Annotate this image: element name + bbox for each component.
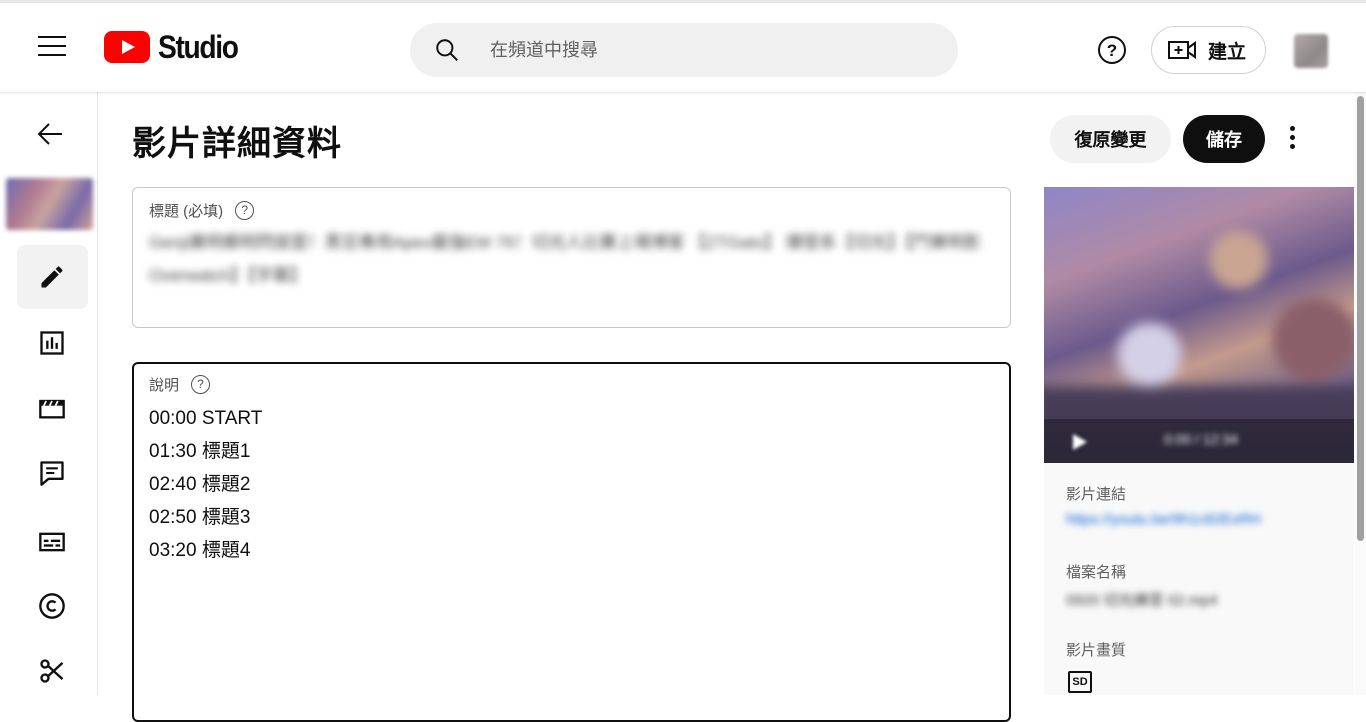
search-input[interactable]	[488, 23, 928, 77]
help-icon[interactable]: ?	[1098, 36, 1126, 64]
title-field-value[interactable]: Genji廣明鄉明閃拔雲！黑豆專用Apex最強EM 76！切光人比賽上場博客 【…	[149, 226, 989, 292]
player-controls: 0:00 / 12:34	[1044, 419, 1354, 463]
comment-icon	[40, 461, 64, 486]
rail-item-comments[interactable]	[17, 441, 88, 505]
clapperboard-icon	[39, 399, 65, 419]
rail-item-clips[interactable]	[17, 639, 88, 703]
scissors-icon	[40, 659, 64, 683]
player-time: 0:00 / 12:34	[1164, 431, 1238, 447]
logo-text: Studio	[158, 28, 239, 65]
create-button[interactable]: 建立	[1151, 26, 1266, 74]
video-preview-player[interactable]: 0:00 / 12:34	[1044, 187, 1354, 463]
top-app-bar: Studio ? 建立	[0, 0, 1366, 92]
description-field[interactable]: 說明 ? 00:00 START 01:30 標題1 02:40 標題2 02:…	[132, 362, 1011, 722]
play-icon[interactable]	[1072, 433, 1088, 451]
rail-item-details[interactable]	[17, 245, 88, 309]
search-icon[interactable]	[434, 37, 460, 63]
undo-changes-button[interactable]: 復原變更	[1050, 115, 1171, 163]
title-field-label-row: 標題 (必填) ?	[149, 200, 255, 221]
copyright-icon	[39, 593, 65, 619]
video-link-label: 影片連結	[1066, 486, 1127, 503]
help-circle-icon[interactable]: ?	[235, 201, 255, 220]
search-bar	[410, 23, 958, 77]
left-rail	[0, 92, 98, 695]
rail-item-analytics[interactable]	[17, 311, 88, 375]
description-text[interactable]: 00:00 START 01:30 標題1 02:40 標題2 02:50 標題…	[149, 402, 262, 567]
rail-item-subtitles[interactable]	[17, 510, 88, 574]
create-video-icon	[1168, 41, 1196, 59]
description-line: 02:50 標題3	[149, 507, 251, 528]
video-thumbnail[interactable]	[6, 178, 93, 230]
title-field[interactable]: 標題 (必填) ? Genji廣明鄉明閃拔雲！黑豆專用Apex最強EM 76！切…	[132, 187, 1011, 328]
description-field-label: 說明	[149, 377, 180, 394]
title-field-label: 標題 (必填)	[149, 203, 224, 220]
analytics-icon	[40, 331, 64, 355]
rail-item-copyright[interactable]	[17, 574, 88, 638]
page-scrollbar[interactable]	[1355, 92, 1366, 695]
avatar[interactable]	[1294, 34, 1328, 68]
description-line: 01:30 標題1	[149, 441, 251, 462]
file-name-label: 檔案名稱	[1066, 564, 1127, 581]
video-link[interactable]: https://youtu.be/9h1c82ExRH	[1066, 511, 1261, 528]
pencil-icon	[41, 266, 63, 288]
page-title: 影片詳細資料	[132, 125, 342, 163]
more-options-icon[interactable]	[1283, 126, 1301, 152]
video-info-panel: 影片連結 https://youtu.be/9h1c82ExRH 檔案名稱 09…	[1044, 463, 1354, 695]
description-line: 03:20 標題4	[149, 540, 251, 561]
back-arrow-icon[interactable]	[36, 122, 64, 146]
help-circle-icon[interactable]: ?	[191, 375, 211, 394]
file-name-value: 0920 切光練習 02.mp4	[1066, 592, 1218, 609]
video-quality-label: 影片畫質	[1066, 642, 1127, 659]
create-button-label: 建立	[1208, 41, 1247, 63]
scrollbar-thumb[interactable]	[1357, 96, 1364, 541]
youtube-play-icon	[104, 31, 150, 63]
hamburger-menu-icon[interactable]	[38, 36, 66, 60]
description-line: 00:00 START	[149, 408, 263, 429]
save-button[interactable]: 儲存	[1183, 115, 1265, 163]
description-line: 02:40 標題2	[149, 474, 251, 495]
subtitles-icon	[39, 532, 65, 552]
description-field-label-row: 說明 ?	[149, 374, 211, 395]
sd-quality-icon: SD	[1068, 671, 1092, 693]
rail-item-editor[interactable]	[17, 376, 88, 440]
youtube-studio-logo[interactable]: Studio	[104, 29, 249, 65]
